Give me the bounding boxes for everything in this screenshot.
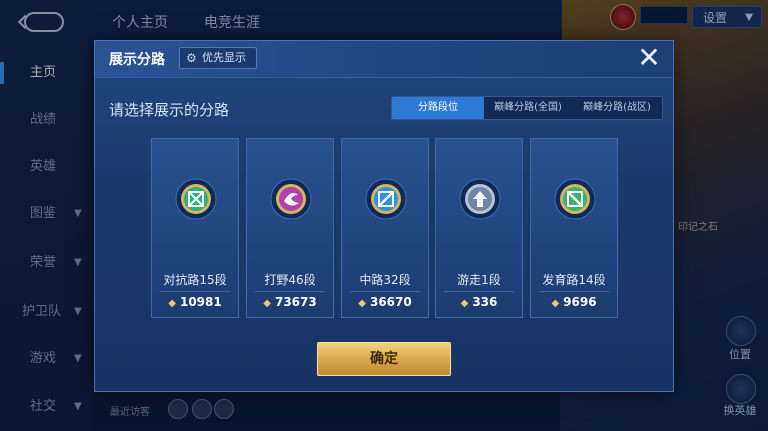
lane-rank-label: 中路32段	[359, 273, 411, 287]
lane-rank-label: 发育路14段	[542, 273, 606, 287]
lane-score: ◆ 10981	[168, 295, 222, 309]
tab-lane-rank[interactable]: 分路段位	[392, 97, 484, 119]
jungle-icon	[270, 178, 312, 220]
divider	[350, 291, 420, 292]
score-icon: ◆	[263, 298, 271, 309]
divider	[444, 291, 514, 292]
score-icon: ◆	[168, 298, 176, 309]
score-icon: ◆	[460, 298, 469, 309]
lane-card-roam[interactable]: 游走1段 ◆ 336	[435, 138, 523, 318]
close-icon[interactable]: ✕	[635, 44, 663, 73]
lane-rank-label: 对抗路15段	[163, 273, 227, 287]
divider	[160, 291, 230, 292]
lane-score: ◆ 336	[460, 295, 498, 309]
score-icon: ◆	[358, 298, 366, 309]
tab-peak-national[interactable]: 巅峰分路(全国)	[484, 97, 572, 119]
lane-card-jungle[interactable]: 打野46段 ◆ 73673	[246, 138, 334, 318]
lane-rank-label: 打野46段	[264, 273, 316, 287]
lane-score: ◆ 73673	[263, 295, 317, 309]
modal-title: 展示分路	[109, 52, 165, 68]
roam-icon	[459, 178, 501, 220]
lane-card-top[interactable]: 对抗路15段 ◆ 10981	[151, 138, 239, 318]
modal-header: 展示分路 ⚙ 优先显示 ✕	[95, 41, 673, 78]
score-icon: ◆	[551, 298, 560, 309]
lane-card-bot[interactable]: 发育路14段 ◆ 9696	[530, 138, 618, 318]
lane-score: ◆ 9696	[551, 295, 597, 309]
gear-icon: ⚙	[186, 51, 197, 65]
lane-rank-label: 游走1段	[457, 273, 501, 287]
divider	[255, 291, 325, 292]
tab-peak-region[interactable]: 巅峰分路(战区)	[572, 97, 662, 119]
lane-card-mid[interactable]: 中路32段 ◆ 36670	[341, 138, 429, 318]
bot-lane-icon	[554, 178, 596, 220]
segment-control: 分路段位 巅峰分路(全国) 巅峰分路(战区)	[391, 96, 663, 120]
modal-subtitle: 请选择展示的分路	[109, 101, 230, 119]
priority-display-button[interactable]: ⚙ 优先显示	[179, 47, 257, 69]
lane-display-modal: 展示分路 ⚙ 优先显示 ✕ 请选择展示的分路 分路段位 巅峰分路(全国) 巅峰分…	[94, 40, 674, 392]
lane-score: ◆ 36670	[358, 295, 412, 309]
confirm-button[interactable]: 确定	[317, 342, 451, 376]
mid-lane-icon	[365, 178, 407, 220]
divider	[539, 291, 609, 292]
top-lane-icon	[175, 178, 217, 220]
